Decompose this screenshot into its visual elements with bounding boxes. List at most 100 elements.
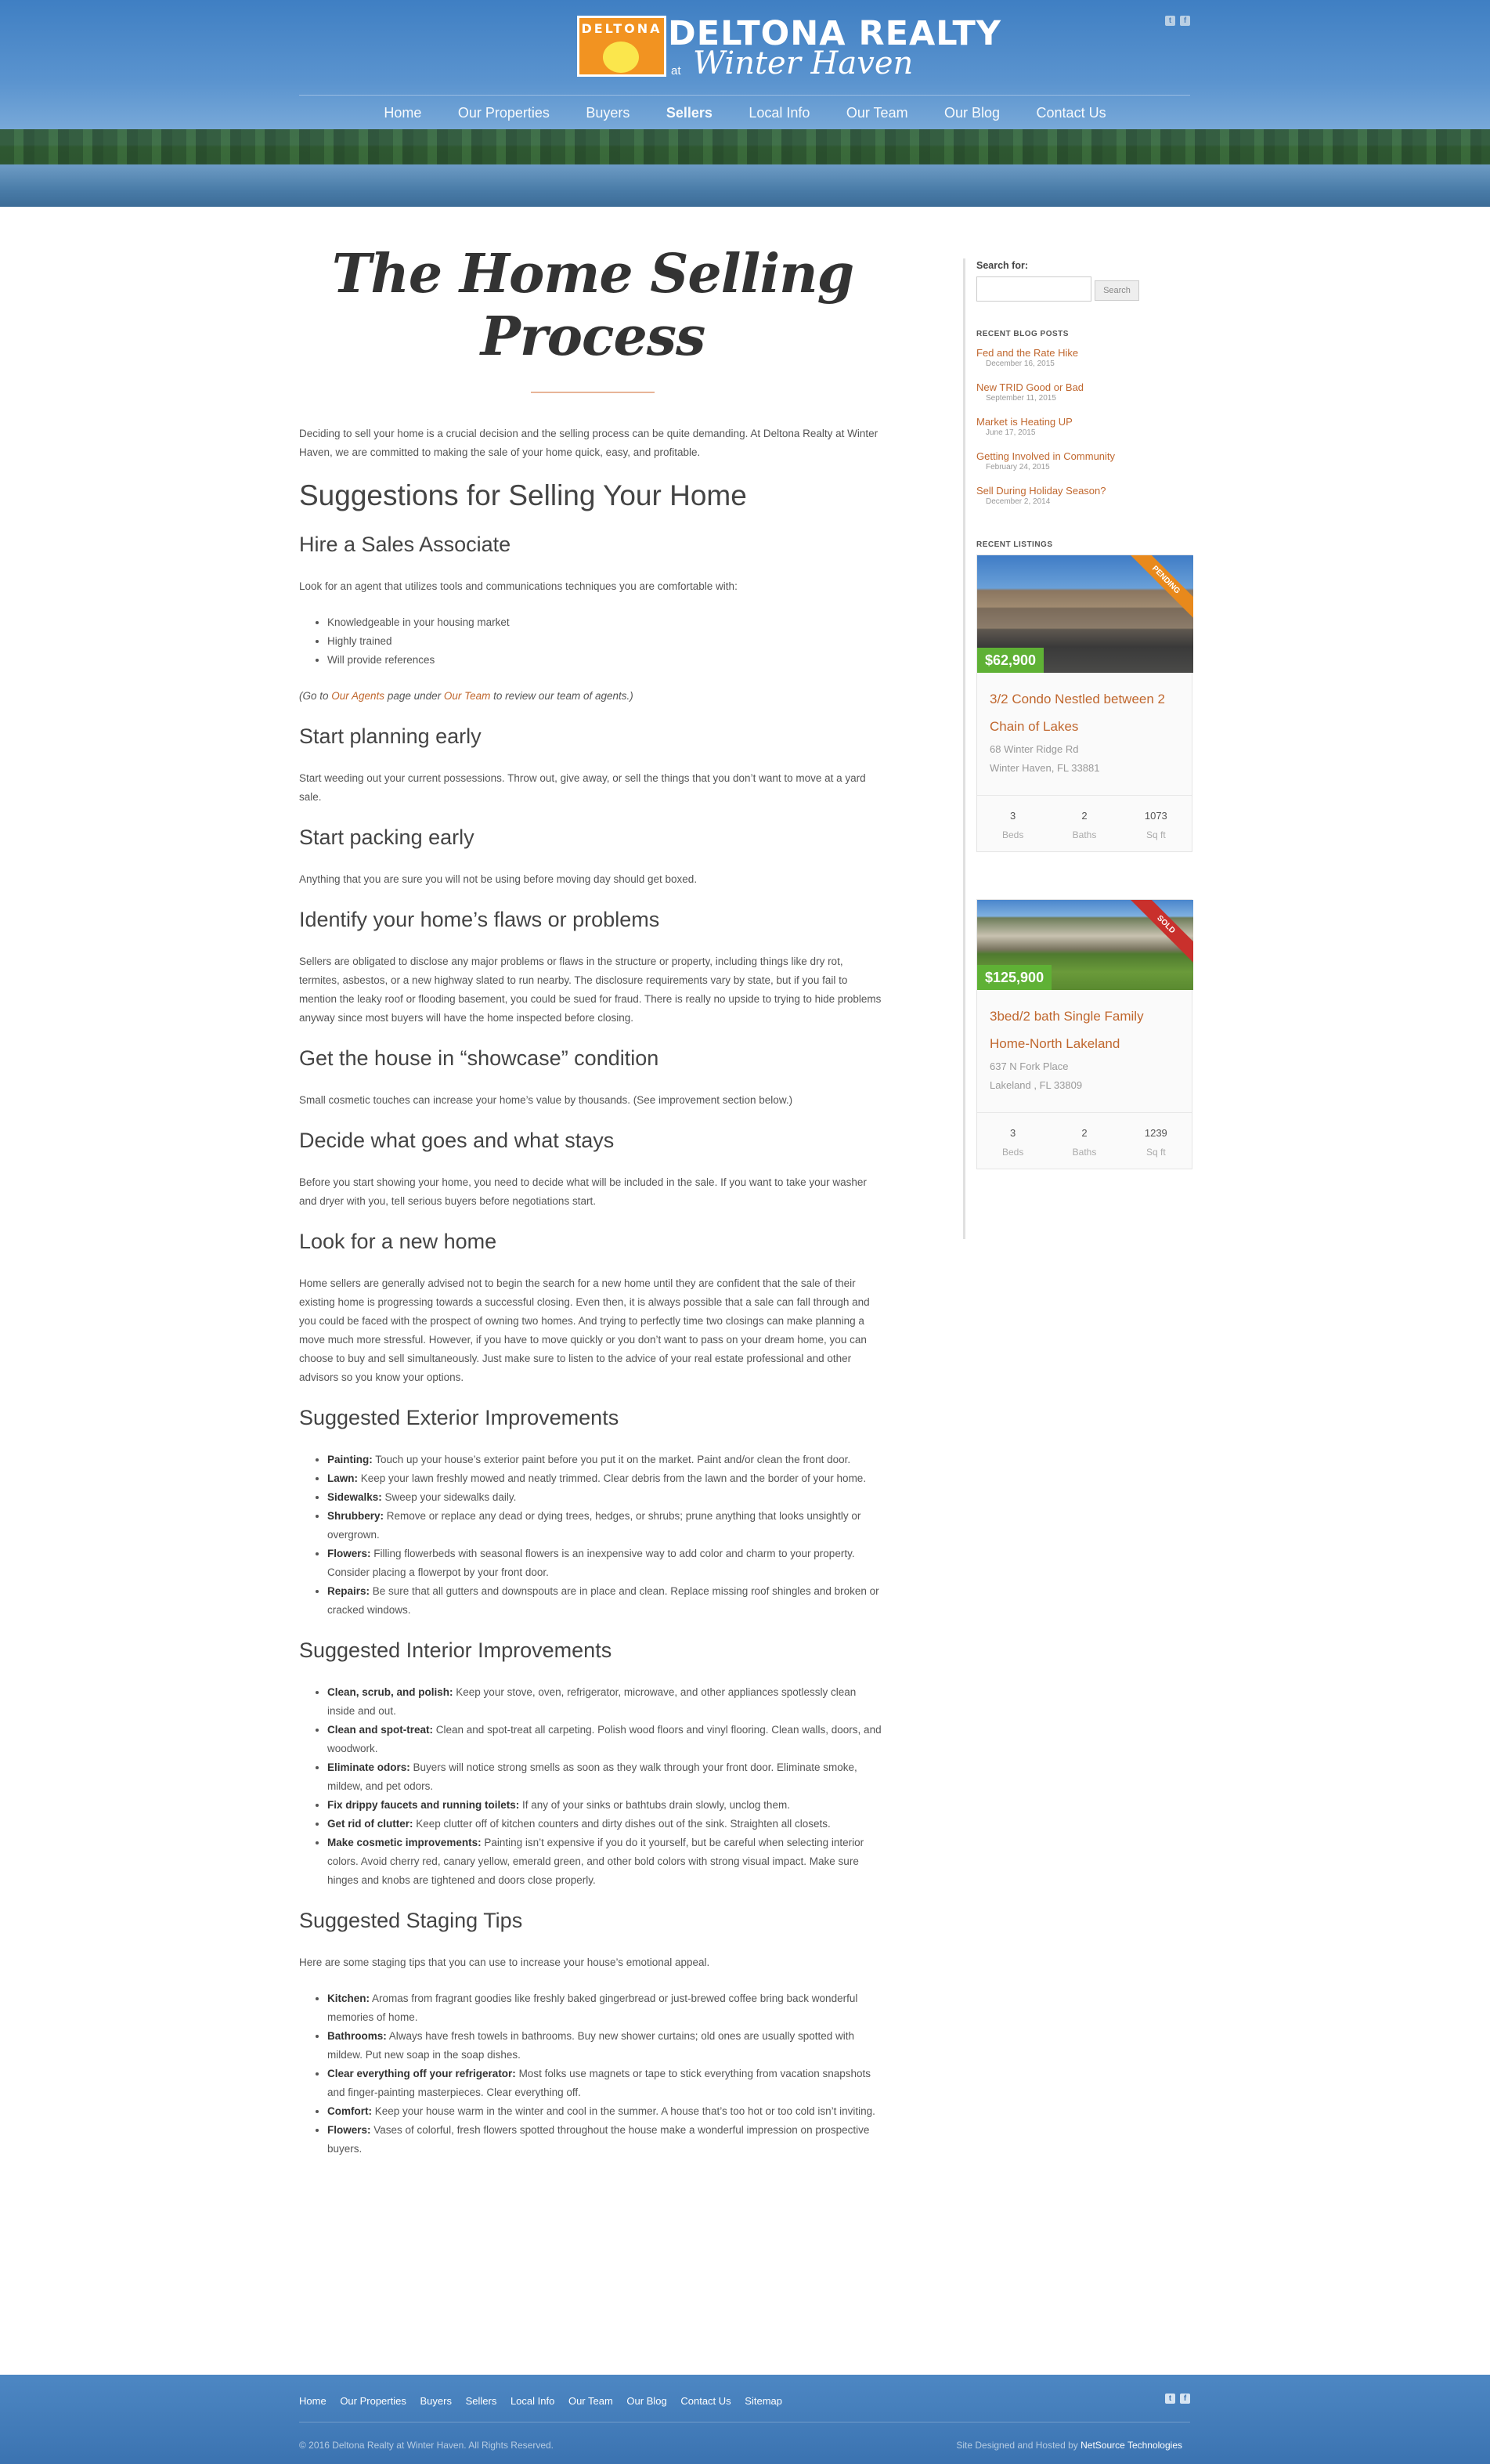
footer-social: tf [1160,2394,1190,2408]
list-item: Highly trained [327,632,886,651]
blog-post-link[interactable]: Fed and the Rate Hike [976,347,1078,359]
our-agents-link[interactable]: Our Agents [331,690,384,702]
listing-street: 637 N Fork Place [990,1060,1069,1072]
logo-at: at [671,64,681,78]
main-content: The Home Selling Process Deciding to sel… [299,235,886,2176]
our-team-link[interactable]: Our Team [444,690,491,702]
logo-emblem-icon [603,42,639,73]
nav-our-blog[interactable]: Our Blog [944,105,1000,121]
list-item: Will provide references [327,651,886,670]
listing-price: $62,900 [977,648,1044,673]
footer-link-buyers[interactable]: Buyers [420,2395,451,2407]
item-text: Filling flowerbeds with seasonal flowers… [327,1548,855,1578]
twitter-icon[interactable]: t [1165,16,1175,26]
site-logo[interactable]: DELTONA DELTONA REALTY at Winter Haven [577,14,1001,81]
listing-price: $125,900 [977,965,1052,990]
search-button[interactable]: Search [1095,280,1139,301]
beds-label: Beds [1001,829,1024,840]
listing-title[interactable]: 3/2 Condo Nestled between 2 Chain of Lak… [977,673,1192,740]
title-divider [531,392,655,393]
search-label: Search for: [976,260,1028,271]
item-term: Clean and spot-treat: [327,1724,434,1736]
note-text: (Go to [299,690,332,702]
item-term: Kitchen: [327,1993,370,2004]
hire-list: Knowledgeable in your housing market Hig… [327,613,886,670]
list-item: Shrubbery: Remove or replace any dead or… [327,1507,886,1545]
baths-value: 2 [1081,810,1088,822]
twitter-icon[interactable]: t [1165,2394,1175,2404]
footer-link-sitemap[interactable]: Sitemap [745,2395,782,2407]
item-text: Aromas from fragrant goodies like freshl… [327,1993,858,2023]
list-item: Painting: Touch up your house’s exterior… [327,1451,886,1469]
listing-card[interactable]: SOLD $125,900 3bed/2 bath Single Family … [976,899,1193,1169]
sidebar-divider [963,258,965,1239]
facebook-icon[interactable]: f [1180,16,1190,26]
blog-post-link[interactable]: Market is Heating UP [976,416,1073,428]
sqft-stat: 1239 Sq ft [1120,1127,1192,1158]
sqft-value: 1073 [1144,810,1167,822]
lake-image [0,164,1490,207]
list-item: Make cosmetic improvements: Painting isn… [327,1834,886,1890]
facebook-icon[interactable]: f [1180,2394,1190,2404]
subheading: Decide what goes and what stays [299,1129,615,1152]
netsource-link[interactable]: NetSource Technologies [1081,2440,1182,2451]
blog-post-link[interactable]: Getting Involved in Community [976,450,1115,462]
list-item: Clean, scrub, and polish: Keep your stov… [327,1683,886,1721]
blog-post: Fed and the Rate Hike December 16, 2015 [976,347,1078,368]
item-term: Bathrooms: [327,2030,387,2042]
item-term: Make cosmetic improvements: [327,1837,482,1848]
status-ribbon: SOLD [1119,900,1193,972]
intro-text: Deciding to sell your home is a crucial … [299,428,878,458]
sqft-label: Sq ft [1145,1147,1166,1158]
listing-card[interactable]: PENDING $62,900 3/2 Condo Nestled betwee… [976,555,1193,852]
item-text: Touch up your house’s exterior paint bef… [372,1454,851,1465]
footer-link-home[interactable]: Home [299,2395,327,2407]
nav-home[interactable]: Home [384,105,421,121]
beds-stat: 3 Beds [977,810,1048,840]
footer-link-our-team[interactable]: Our Team [568,2395,613,2407]
item-term: Clear everything off your refrigerator: [327,2068,516,2079]
nav-our-team[interactable]: Our Team [846,105,908,121]
header-social: tf [1160,16,1190,30]
nav-buyers[interactable]: Buyers [586,105,630,121]
nav-contact-us[interactable]: Contact Us [1037,105,1106,121]
item-text: Sweep your sidewalks daily. [381,1491,517,1503]
list-item: Flowers: Vases of colorful, fresh flower… [327,2121,886,2159]
item-term: Clean, scrub, and polish: [327,1686,453,1698]
footer-link-contact-us[interactable]: Contact Us [680,2395,731,2407]
paragraph: Start weeding out your current possessio… [299,772,866,803]
tree-line-image [0,129,1490,168]
agents-note: (Go to Our Agents page under Our Team to… [299,687,886,706]
nav-sellers[interactable]: Sellers [666,105,713,121]
item-text: Keep your lawn freshly mowed and neatly … [358,1472,867,1484]
blog-post-link[interactable]: Sell During Holiday Season? [976,485,1106,497]
item-term: Flowers: [327,1548,371,1559]
list-item: Eliminate odors: Buyers will notice stro… [327,1758,886,1796]
footer-link-our-blog[interactable]: Our Blog [626,2395,666,2407]
nav-our-properties[interactable]: Our Properties [458,105,550,121]
listing-photo[interactable]: SOLD $125,900 [977,900,1193,990]
list-item: Fix drippy faucets and running toilets: … [327,1796,886,1815]
nav-local-info[interactable]: Local Info [749,105,810,121]
list-item: Lawn: Keep your lawn freshly mowed and n… [327,1469,886,1488]
footer-link-our-properties[interactable]: Our Properties [340,2395,406,2407]
note-text: page under [384,690,444,702]
list-item: Kitchen: Aromas from fragrant goodies li… [327,1989,886,2027]
blog-post-link[interactable]: New TRID Good or Bad [976,381,1084,393]
listing-title[interactable]: 3bed/2 bath Single Family Home-North Lak… [977,990,1192,1057]
baths-stat: 2 Baths [1048,810,1120,840]
beds-value: 3 [1010,1127,1016,1139]
baths-label: Baths [1072,1147,1097,1158]
item-term: Flowers: [327,2124,371,2136]
item-text: Keep your house warm in the winter and c… [372,2105,875,2117]
footer-link-sellers[interactable]: Sellers [466,2395,497,2407]
list-item: Bathrooms: Always have fresh towels in b… [327,2027,886,2065]
footer-link-local-info[interactable]: Local Info [510,2395,554,2407]
blog-post-date: June 17, 2015 [986,428,1036,437]
section-heading: Suggestions for Selling Your Home [299,479,747,511]
paragraph: Before you start showing your home, you … [299,1176,867,1207]
listing-photo[interactable]: PENDING $62,900 [977,555,1193,673]
beds-stat: 3 Beds [977,1127,1048,1158]
search-input[interactable] [976,276,1091,302]
paragraph: Look for an agent that utilizes tools an… [299,580,738,592]
